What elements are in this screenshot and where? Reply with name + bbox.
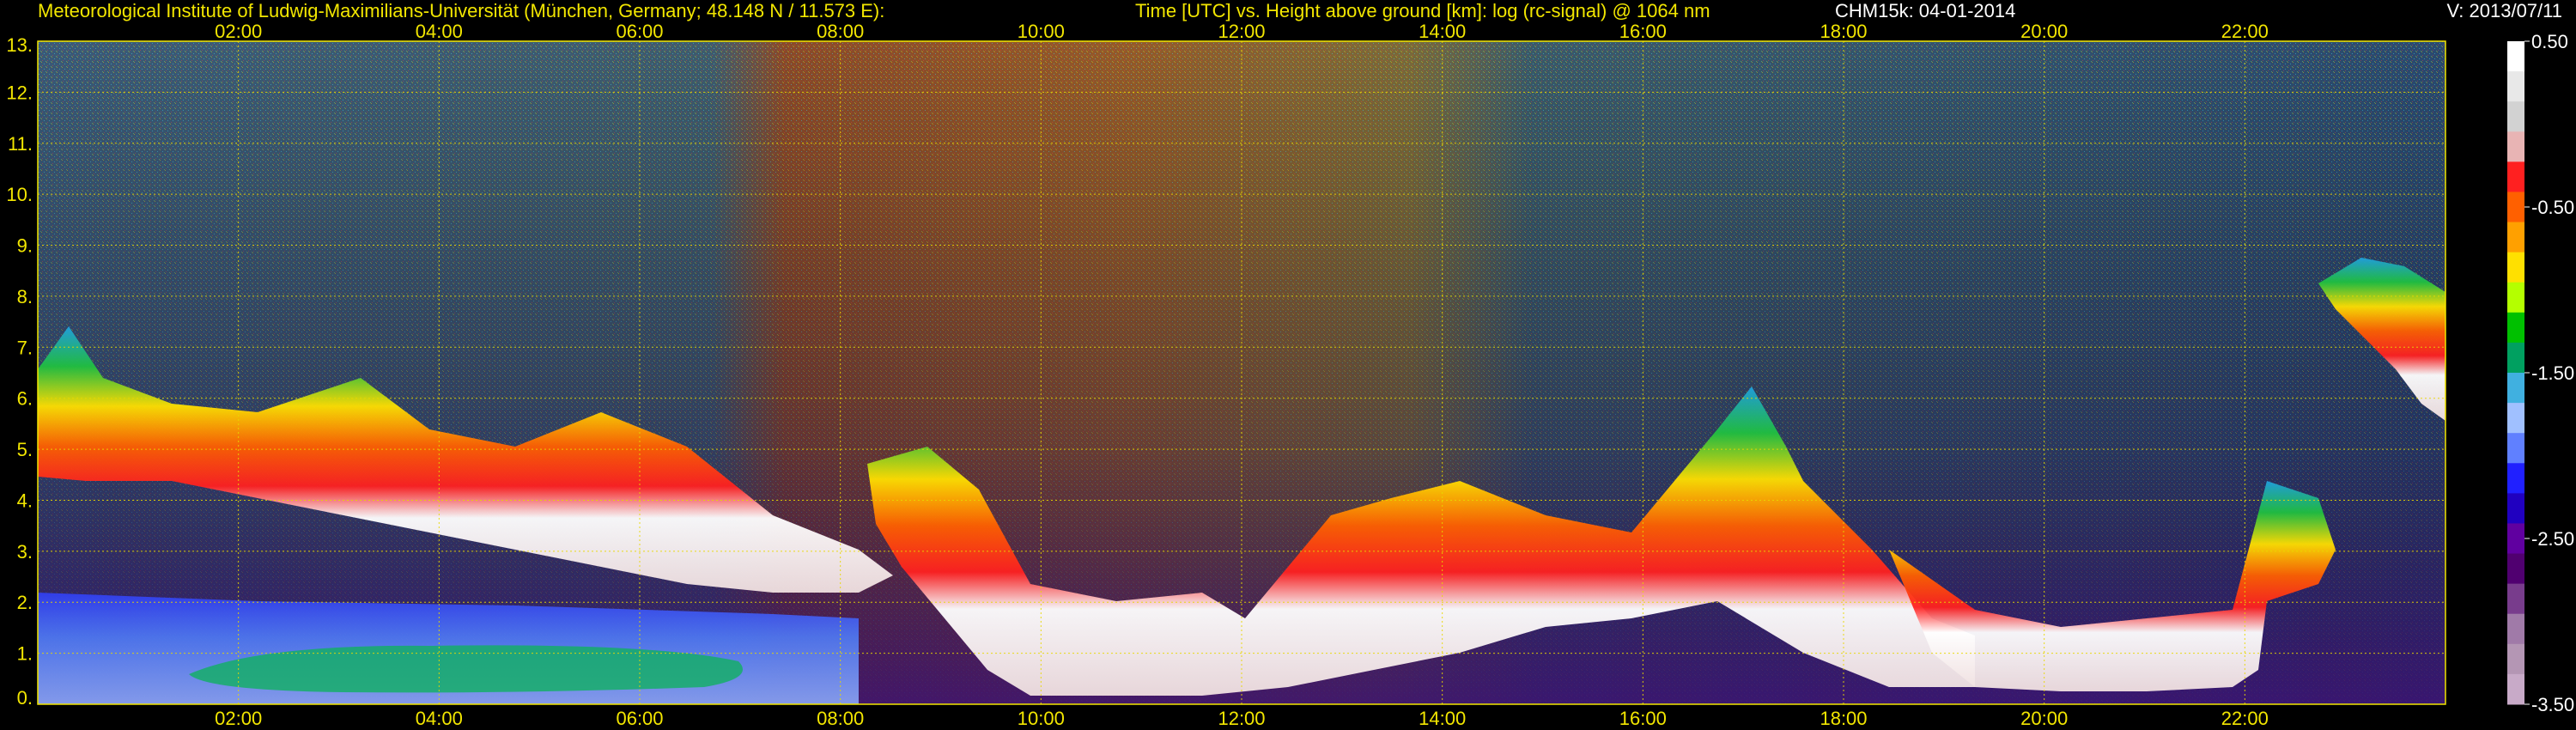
colorbar-segment — [2507, 493, 2524, 524]
colorbar-segment — [2507, 131, 2524, 162]
colorbar-segment — [2507, 643, 2524, 675]
x-tick-label-bottom: 20:00 — [2020, 708, 2068, 729]
x-tick-label-top: 08:00 — [817, 21, 864, 42]
y-tick-label: 7. — [17, 337, 33, 358]
x-tick-label-top: 12:00 — [1218, 21, 1265, 42]
colorbar-segment — [2507, 403, 2524, 434]
x-tick-label-bottom: 12:00 — [1218, 708, 1265, 729]
x-tick-label-bottom: 18:00 — [1820, 708, 1867, 729]
colorbar-segment — [2507, 553, 2524, 585]
colorbar-segment — [2507, 71, 2524, 102]
colorbar-tick-label: -3.50 — [2531, 694, 2574, 715]
x-tick-label-top: 14:00 — [1419, 21, 1466, 42]
institute-label: Meteorological Institute of Ludwig-Maxim… — [38, 0, 885, 21]
y-tick-label: 1. — [17, 643, 33, 665]
x-tick-label-bottom: 10:00 — [1018, 708, 1065, 729]
x-tick-label-top: 10:00 — [1018, 21, 1065, 42]
colorbar-tick-label: -1.50 — [2531, 362, 2574, 384]
x-tick-label-bottom: 04:00 — [416, 708, 463, 729]
colorbar-segment — [2507, 583, 2524, 615]
colorbar-segment — [2507, 433, 2524, 464]
instrument-label: CHM15k: 04-01-2014 — [1835, 0, 2016, 21]
colorbar-segment — [2507, 613, 2524, 645]
x-tick-label-bottom: 08:00 — [817, 708, 864, 729]
x-tick-label-bottom: 22:00 — [2221, 708, 2269, 729]
x-tick-label-top: 16:00 — [1619, 21, 1667, 42]
y-axis: 0. 1. 2. 3. 4. 5. 6. 7. 8. 9. 10. 11. 12. 13. — [6, 34, 33, 709]
colorbar-segment — [2507, 673, 2524, 705]
x-tick-label-bottom: 06:00 — [616, 708, 663, 729]
y-tick-label: 10. — [6, 184, 33, 205]
y-tick-label: 2. — [17, 592, 33, 613]
colorbar-segment — [2507, 463, 2524, 494]
y-tick-label: 3. — [17, 541, 33, 563]
y-tick-label: 6. — [17, 388, 33, 410]
colorbar-segment — [2507, 373, 2524, 404]
colorbar-tick-label: 0.50 — [2531, 31, 2568, 52]
y-tick-label: 12. — [6, 82, 33, 103]
colorbar-segment — [2507, 523, 2524, 555]
colorbar-segment — [2507, 312, 2524, 344]
x-tick-label-top: 02:00 — [215, 21, 262, 42]
version-label: V: 2013/07/11 — [2446, 0, 2562, 21]
chart-title: Time [UTC] vs. Height above ground [km]:… — [1135, 0, 1710, 21]
colorbar-segment — [2507, 282, 2524, 313]
x-tick-label-top: 04:00 — [416, 21, 463, 42]
y-tick-label: 9. — [17, 235, 33, 257]
y-tick-label: 5. — [17, 439, 33, 460]
y-tick-label: 4. — [17, 490, 33, 511]
y-tick-label: 0. — [17, 687, 33, 709]
colorbar-segment — [2507, 222, 2524, 253]
x-tick-label-top: 22:00 — [2221, 21, 2269, 42]
y-tick-label: 13. — [6, 34, 33, 56]
colorbar-segment — [2507, 192, 2524, 223]
x-tick-label-bottom: 14:00 — [1419, 708, 1466, 729]
x-tick-label-bottom: 02:00 — [215, 708, 262, 729]
colorbar-segment — [2507, 342, 2524, 374]
colorbar-tick-label: -0.50 — [2531, 197, 2574, 218]
colorbar-segment — [2507, 161, 2524, 192]
x-tick-label-top: 06:00 — [616, 21, 663, 42]
colorbar-segment — [2507, 101, 2524, 132]
x-axis-bottom: 02:00 04:00 06:00 08:00 10:00 12:00 14:00 16:00… — [215, 708, 2269, 729]
y-tick-label: 11. — [8, 133, 33, 155]
colorbar: 0.50 -0.50 -1.50 -2.50 -3.50 — [2507, 31, 2574, 715]
colorbar-tick-label: -2.50 — [2531, 528, 2574, 550]
colorbar-segment — [2507, 252, 2524, 283]
chart-svg: 02:00 04:00 06:00 08:00 10:00 12:00 14:00 16:00… — [6, 21, 2574, 729]
x-tick-label-bottom: 16:00 — [1619, 708, 1667, 729]
x-tick-label-top: 18:00 — [1820, 21, 1867, 42]
x-tick-label-top: 20:00 — [2020, 21, 2068, 42]
x-axis-top: 02:00 04:00 06:00 08:00 10:00 12:00 14:00 16:00… — [215, 21, 2269, 42]
y-tick-label: 8. — [17, 286, 33, 307]
colorbar-segment — [2507, 41, 2524, 72]
